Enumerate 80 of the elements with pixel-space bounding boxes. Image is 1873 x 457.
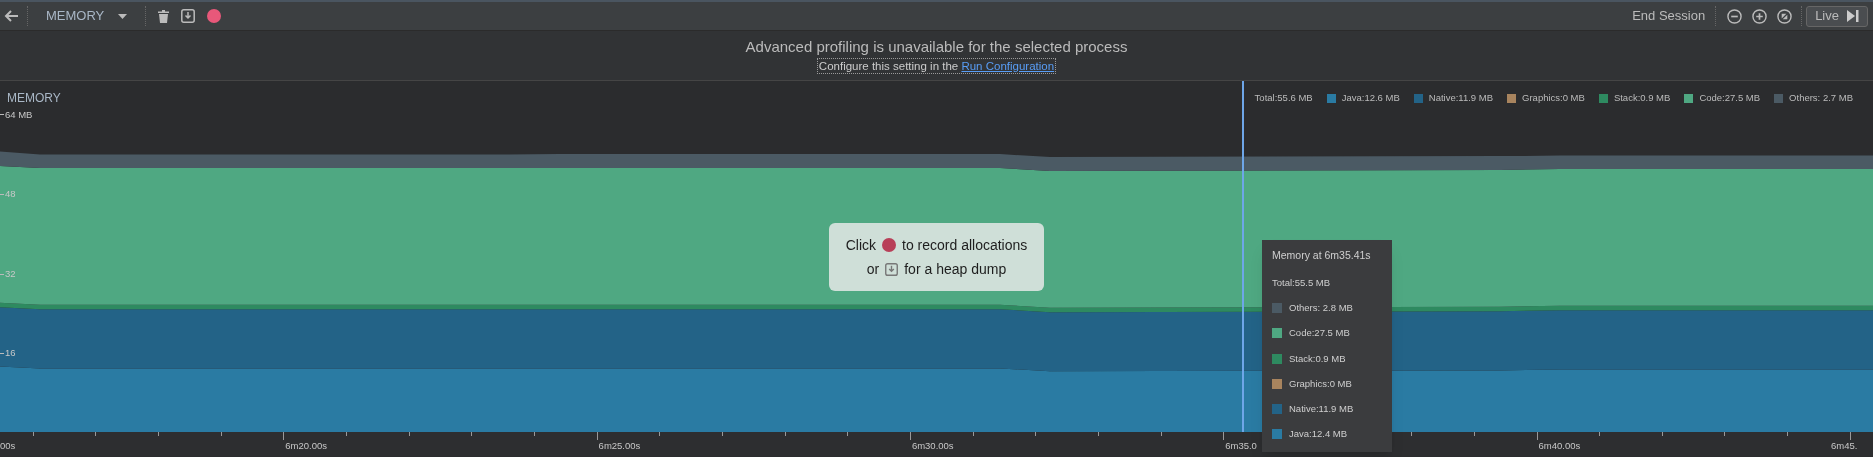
- tick-mark: [972, 432, 974, 436]
- back-icon[interactable]: [3, 9, 19, 23]
- tick-mark: [220, 432, 222, 436]
- hint-text: or: [866, 259, 880, 279]
- tooltip-item: Java:12.4 MB: [1289, 427, 1348, 442]
- hint-text: for a heap dump: [904, 259, 1007, 279]
- tick-mark: [1536, 432, 1538, 440]
- time-label: 6m20.00s: [285, 439, 328, 453]
- tick-mark: [1599, 432, 1601, 436]
- tick-mark: [32, 432, 34, 436]
- tick-mark: [0, 114, 4, 116]
- tooltip-item: Stack:0.9 MB: [1289, 351, 1346, 366]
- skip-to-end-icon: [1847, 10, 1859, 22]
- tooltip-total: Total:55.5 MB: [1272, 275, 1332, 290]
- time-label: 6m25.00s: [598, 439, 641, 453]
- live-button[interactable]: Live: [1806, 5, 1868, 27]
- banner-message: Configure this setting in the Run Configuration: [816, 58, 1057, 74]
- y-axis-label: 64 MB: [5, 107, 33, 122]
- end-session-button[interactable]: End Session: [1632, 6, 1706, 26]
- legend-label: Native:11.9 MB: [1428, 91, 1494, 105]
- legend-label: Stack:0.9 MB: [1613, 91, 1671, 105]
- tick-mark: [596, 432, 598, 440]
- tick-mark: [784, 432, 786, 436]
- panel-title: MEMORY: [7, 90, 61, 107]
- tick-mark: [345, 432, 347, 436]
- time-label: 6m40.00s: [1538, 439, 1581, 453]
- tick-mark: [1724, 432, 1726, 436]
- banner-title: Advanced profiling is unavailable for the selected process: [745, 37, 1128, 57]
- heap-dump-icon[interactable]: [181, 9, 196, 23]
- tick-mark: [1787, 432, 1789, 436]
- time-label: 6m45.: [1831, 439, 1858, 453]
- run-configuration-link[interactable]: Run Configuration: [961, 60, 1055, 72]
- tick-mark: [1223, 432, 1225, 440]
- tick-mark: [533, 432, 535, 436]
- y-axis-label: 16: [5, 346, 16, 361]
- tick-mark: [1097, 432, 1099, 436]
- tick-mark: [408, 432, 410, 436]
- tick-mark: [659, 432, 661, 436]
- time-label: 00s: [0, 439, 16, 453]
- time-label: 6m30.00s: [911, 439, 954, 453]
- hint-text: Click: [845, 235, 876, 255]
- legend-label: Java:12.6 MB: [1341, 91, 1400, 105]
- heap-dump-icon: [885, 262, 899, 276]
- tick-mark: [1035, 432, 1037, 436]
- profiler-dropdown[interactable]: MEMORY: [36, 6, 138, 26]
- hint-text: to record allocations: [902, 235, 1028, 255]
- legend-label: Graphics:0 MB: [1522, 91, 1585, 105]
- tooltip-item: Graphics:0 MB: [1289, 376, 1352, 391]
- tick-mark: [0, 353, 4, 355]
- zoom-out-icon[interactable]: [1727, 8, 1743, 24]
- tick-mark: [0, 194, 4, 195]
- tooltip-title: Memory at 6m35.41s: [1272, 248, 1372, 263]
- tick-mark: [721, 432, 723, 436]
- record-icon[interactable]: [207, 9, 222, 23]
- legend-total: Total:55.6 MB: [1254, 91, 1313, 105]
- reset-zoom-icon[interactable]: [1777, 8, 1793, 24]
- record-icon: [882, 238, 896, 252]
- tick-mark: [1473, 432, 1475, 436]
- zoom-in-icon[interactable]: [1752, 8, 1768, 24]
- tick-mark: [0, 273, 4, 275]
- tooltip-item: Native:11.9 MB: [1289, 402, 1354, 416]
- legend-label: Others: 2.7 MB: [1789, 91, 1853, 105]
- tick-mark: [1411, 432, 1413, 436]
- tick-mark: [847, 432, 849, 436]
- y-axis-label: 32: [5, 266, 16, 281]
- tooltip-item: Others: 2.8 MB: [1289, 301, 1353, 315]
- tick-mark: [1160, 432, 1162, 436]
- tick-mark: [471, 432, 473, 436]
- tick-mark: [95, 432, 97, 436]
- tick-mark: [283, 432, 285, 440]
- tick-mark: [1849, 432, 1851, 440]
- tick-mark: [1661, 432, 1663, 436]
- legend-label: Code:27.5 MB: [1699, 91, 1761, 105]
- tick-mark: [157, 432, 159, 436]
- time-label: 6m35.0: [1225, 439, 1257, 453]
- caret-icon: [118, 13, 128, 19]
- tick-mark: [909, 432, 911, 440]
- trash-icon[interactable]: [158, 9, 170, 23]
- y-axis-label: 48: [5, 187, 16, 202]
- tooltip-item: Code:27.5 MB: [1289, 326, 1350, 341]
